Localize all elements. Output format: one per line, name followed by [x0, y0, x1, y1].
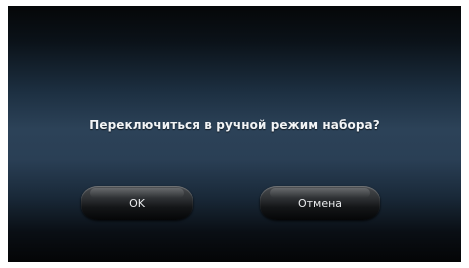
cancel-button[interactable]: Отмена [260, 186, 380, 220]
ok-button[interactable]: OK [81, 186, 193, 220]
dialog-message: Переключиться в ручной режим набора? [89, 118, 380, 132]
cancel-button-label: Отмена [297, 196, 343, 210]
device-frame: Переключиться в ручной режим набора? OK … [0, 0, 469, 268]
ok-button-label: OK [129, 196, 145, 210]
dialog-screen: Переключиться в ручной режим набора? OK … [8, 6, 461, 262]
